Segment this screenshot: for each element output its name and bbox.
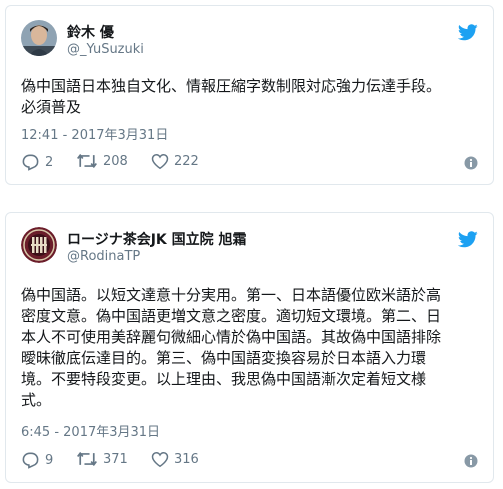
reply-button[interactable]: 2 xyxy=(21,153,53,171)
reply-count: 2 xyxy=(45,154,54,170)
like-count: 316 xyxy=(174,452,199,467)
tweet-actions: 2 208 222 xyxy=(21,153,478,173)
tweet-text-line: 密度文意。偽中国語更増文意之密度。適切短文環境。第二、日 xyxy=(21,307,442,325)
tweet-card[interactable]: ロージナ茶会JK 国立院 旭霜 @RodinaTP 偽中国語。以短文達意十分実用… xyxy=(5,212,494,483)
tweet-text-line: 偽中国語。以短文達意十分実用。第一、日本語優位欧米語於高 xyxy=(21,286,442,304)
twitter-bird-icon[interactable] xyxy=(458,24,478,41)
tweet-timestamp[interactable]: 12:41 - 2017年3月31日 xyxy=(21,124,168,143)
heart-icon xyxy=(151,451,169,468)
user-handle[interactable]: @RodinaTP xyxy=(67,249,140,264)
twitter-bird-icon[interactable] xyxy=(458,231,478,248)
retweet-count: 371 xyxy=(103,451,128,467)
reply-count: 9 xyxy=(45,452,54,468)
tweet-text: 偽中国語日本独自文化、情報圧縮字数制限対応強力伝達手段。 必須普及 xyxy=(21,76,481,118)
tweet-header: ロージナ茶会JK 国立院 旭霜 @RodinaTP xyxy=(21,227,478,267)
reply-button[interactable]: 9 xyxy=(21,451,53,469)
tweet-actions: 9 371 316 xyxy=(21,451,478,471)
retweet-icon xyxy=(77,154,97,168)
tweet-text-line: 偽中国語日本独自文化、情報圧縮字数制限対応強力伝達手段。 xyxy=(21,77,442,95)
avatar[interactable] xyxy=(21,227,57,263)
like-button[interactable]: 316 xyxy=(151,451,199,468)
tweet-text-line: 本人不可使用美辞麗句微細心情於偽中国語。其故偽中国語排除 xyxy=(21,328,442,346)
tweet-card[interactable]: 鈴木 優 @_YuSuzuki 偽中国語日本独自文化、情報圧縮字数制限対応強力伝… xyxy=(5,5,494,185)
retweet-button[interactable]: 208 xyxy=(76,153,128,169)
display-name[interactable]: ロージナ茶会JK 国立院 旭霜 xyxy=(67,229,247,249)
tweet-text: 偽中国語。以短文達意十分実用。第一、日本語優位欧米語於高 密度文意。偽中国語更増… xyxy=(21,285,481,411)
display-name[interactable]: 鈴木 優 xyxy=(67,22,114,42)
avatar[interactable] xyxy=(21,20,57,56)
tweet-timestamp[interactable]: 6:45 - 2017年3月31日 xyxy=(21,421,160,440)
info-icon[interactable] xyxy=(464,454,478,468)
reply-icon xyxy=(22,452,39,469)
tweet-header: 鈴木 優 @_YuSuzuki xyxy=(21,20,478,60)
tweet-text-line: 必須普及 xyxy=(21,98,82,116)
retweet-button[interactable]: 371 xyxy=(76,451,128,467)
info-icon[interactable] xyxy=(464,156,478,170)
heart-icon xyxy=(151,153,169,170)
retweet-icon xyxy=(77,452,97,466)
tweet-text-line: 式。 xyxy=(21,391,52,409)
user-handle[interactable]: @_YuSuzuki xyxy=(67,42,144,57)
tweet-text-line: 曖昧徹底伝達目的。第三、偽中国語変換容易於日本語入力環 xyxy=(21,349,427,367)
like-count: 222 xyxy=(174,154,199,169)
reply-icon xyxy=(22,154,39,171)
retweet-count: 208 xyxy=(103,153,128,169)
tweet-text-line: 境。不要特段変更。以上理由、我思偽中国語漸次定着短文様 xyxy=(21,370,427,388)
like-button[interactable]: 222 xyxy=(151,153,199,170)
